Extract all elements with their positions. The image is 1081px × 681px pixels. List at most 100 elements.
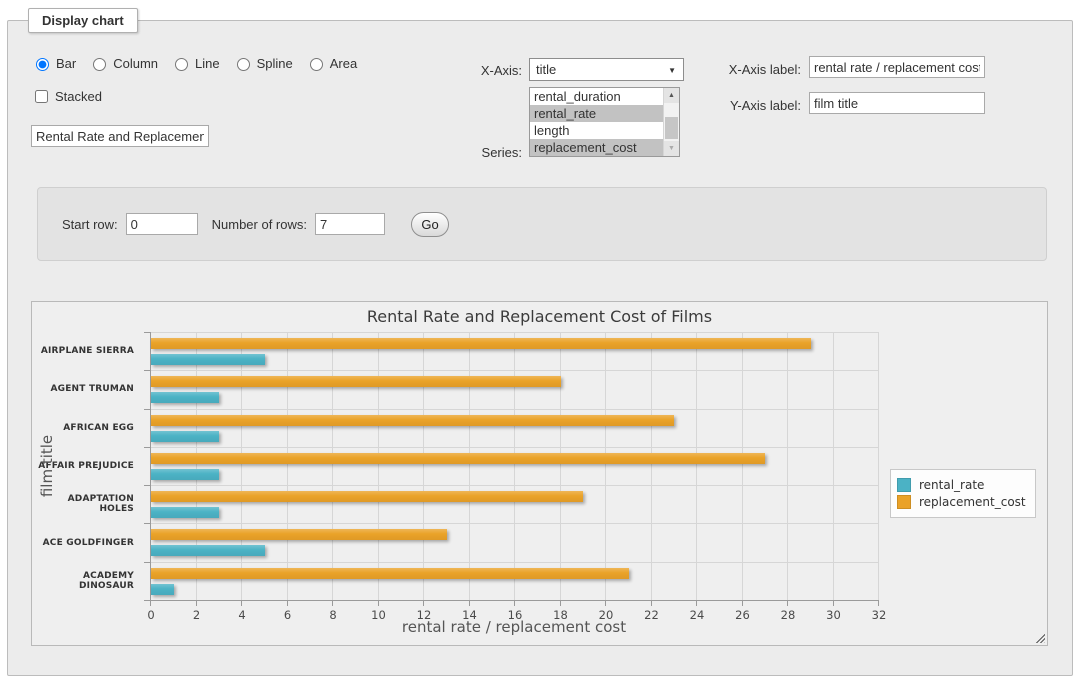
chart-type-label-bar: Bar bbox=[56, 56, 76, 71]
bar-replacement_cost bbox=[151, 529, 447, 540]
bar-replacement_cost bbox=[151, 415, 674, 426]
gridline bbox=[560, 332, 561, 600]
chart-title: Rental Rate and Replacement Cost of Film… bbox=[32, 307, 1047, 326]
x-axis-tick bbox=[605, 600, 606, 606]
y-axis-tick bbox=[144, 447, 150, 448]
legend-item: replacement_cost bbox=[897, 495, 1026, 509]
gridline bbox=[696, 332, 697, 600]
gridline bbox=[151, 485, 879, 486]
y-axis-tick bbox=[144, 562, 150, 563]
y-axis-label-label: Y-Axis label: bbox=[608, 98, 801, 113]
x-axis-title: rental rate / replacement cost bbox=[150, 618, 878, 636]
series-option-replacement_cost[interactable]: replacement_cost bbox=[530, 139, 663, 156]
bar-replacement_cost bbox=[151, 491, 583, 502]
bar-replacement_cost bbox=[151, 453, 765, 464]
gridline bbox=[423, 332, 424, 600]
x-axis-tick bbox=[742, 600, 743, 606]
x-axis-tick bbox=[560, 600, 561, 606]
chart-legend: rental_rate replacement_cost bbox=[890, 469, 1036, 518]
gridline bbox=[332, 332, 333, 600]
x-axis-label-input[interactable] bbox=[809, 56, 985, 78]
chart-type-label-line: Line bbox=[195, 56, 220, 71]
chart-type-radio-bar[interactable] bbox=[36, 58, 49, 71]
gridline bbox=[151, 523, 879, 524]
x-axis-tick bbox=[287, 600, 288, 606]
bar-rental_rate bbox=[151, 431, 219, 442]
series-option-length[interactable]: length bbox=[530, 122, 663, 139]
y-axis-tick bbox=[144, 332, 150, 333]
gridline bbox=[151, 447, 879, 448]
panel-legend: Display chart bbox=[28, 8, 138, 33]
chart-type-radio-column[interactable] bbox=[93, 58, 106, 71]
category-label: AGENT TRUMAN bbox=[32, 370, 134, 408]
chart-type-label-column: Column bbox=[113, 56, 158, 71]
legend-label: replacement_cost bbox=[919, 495, 1026, 509]
chart-type-radio-line[interactable] bbox=[175, 58, 188, 71]
x-axis-tick bbox=[332, 600, 333, 606]
bar-rental_rate bbox=[151, 584, 174, 595]
x-axis-tick bbox=[378, 600, 379, 606]
stacked-label: Stacked bbox=[55, 89, 102, 104]
chart-type-radio-group: BarColumnLineSplineArea bbox=[31, 55, 365, 71]
chart-type-label-spline: Spline bbox=[257, 56, 293, 71]
scroll-down-icon[interactable]: ▼ bbox=[664, 141, 679, 156]
legend-label: rental_rate bbox=[919, 478, 984, 492]
gridline bbox=[378, 332, 379, 600]
resize-handle-icon[interactable] bbox=[1034, 632, 1045, 643]
gridline bbox=[151, 562, 879, 563]
x-axis-label-label: X-Axis label: bbox=[608, 62, 801, 77]
chart-type-radio-area[interactable] bbox=[310, 58, 323, 71]
gridline bbox=[241, 332, 242, 600]
row-range-panel: Start row: Number of rows: Go bbox=[37, 187, 1047, 261]
x-axis-tick bbox=[514, 600, 515, 606]
x-axis-tick bbox=[833, 600, 834, 606]
x-axis-tick bbox=[241, 600, 242, 606]
x-axis-tick bbox=[696, 600, 697, 606]
gridline bbox=[151, 332, 879, 333]
go-button[interactable]: Go bbox=[411, 212, 449, 237]
bar-rental_rate bbox=[151, 507, 219, 518]
number-of-rows-input[interactable] bbox=[315, 213, 385, 235]
start-row-input[interactable] bbox=[126, 213, 198, 235]
legend-swatch bbox=[897, 495, 911, 509]
gridline bbox=[287, 332, 288, 600]
x-axis-tick bbox=[651, 600, 652, 606]
x-axis-selected-value: title bbox=[536, 62, 556, 77]
chart-card: Rental Rate and Replacement Cost of Film… bbox=[31, 301, 1048, 646]
number-of-rows-label: Number of rows: bbox=[212, 217, 307, 232]
bar-replacement_cost bbox=[151, 376, 561, 387]
gridline bbox=[787, 332, 788, 600]
gridline bbox=[605, 332, 606, 600]
legend-item: rental_rate bbox=[897, 478, 1026, 492]
y-axis-tick bbox=[144, 370, 150, 371]
bar-replacement_cost bbox=[151, 338, 811, 349]
bar-rental_rate bbox=[151, 354, 265, 365]
y-axis-label-input[interactable] bbox=[809, 92, 985, 114]
chart-type-radio-spline[interactable] bbox=[237, 58, 250, 71]
chart-title-input[interactable] bbox=[31, 125, 209, 147]
x-axis-select-label: X-Axis: bbox=[402, 63, 522, 78]
start-row-label: Start row: bbox=[62, 217, 118, 232]
category-label: ACE GOLDFINGER bbox=[32, 523, 134, 561]
x-axis-tick bbox=[878, 600, 879, 606]
category-label: AIRPLANE SIERRA bbox=[32, 332, 134, 370]
gridline bbox=[878, 332, 879, 600]
y-axis-title: film title bbox=[38, 435, 56, 497]
bar-replacement_cost bbox=[151, 568, 629, 579]
x-axis-tick bbox=[469, 600, 470, 606]
scrollbar-thumb[interactable] bbox=[665, 117, 678, 139]
x-axis-tick bbox=[150, 600, 151, 606]
stacked-row: Stacked bbox=[31, 87, 102, 106]
y-axis-tick bbox=[144, 409, 150, 410]
gridline bbox=[196, 332, 197, 600]
x-axis-tick bbox=[423, 600, 424, 606]
plot-area: 02468101214161820222426283032 bbox=[150, 332, 879, 601]
gridline bbox=[833, 332, 834, 600]
gridline bbox=[151, 409, 879, 410]
stacked-checkbox[interactable] bbox=[35, 90, 48, 103]
y-axis-tick bbox=[144, 523, 150, 524]
category-label: ACADEMY DINOSAUR bbox=[32, 562, 134, 600]
y-axis-tick bbox=[144, 600, 150, 601]
bar-rental_rate bbox=[151, 392, 219, 403]
gridline bbox=[151, 370, 879, 371]
